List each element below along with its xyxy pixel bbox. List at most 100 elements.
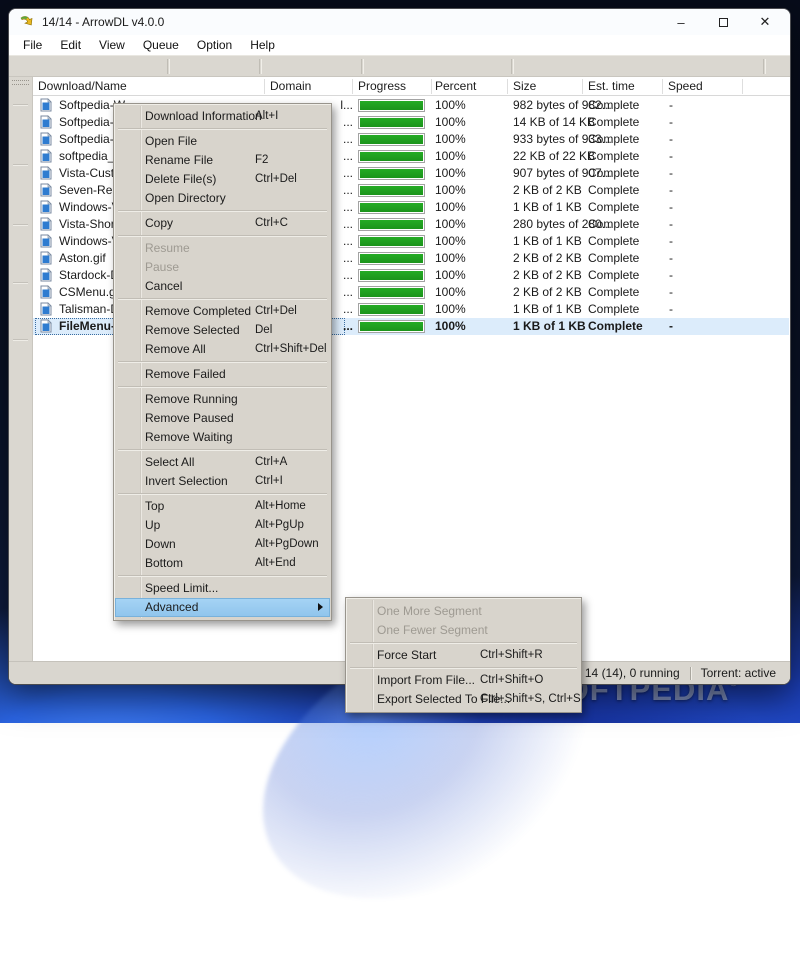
menu-item-invert-selection[interactable]: Invert SelectionCtrl+I bbox=[115, 472, 330, 491]
menu-bar: FileEditViewQueueOptionHelp bbox=[9, 35, 790, 55]
menu-item-shortcut: Ctrl+I bbox=[255, 472, 283, 491]
menu-item-export-selected-to-file[interactable]: Export Selected To File...Ctrl+Shift+S, … bbox=[347, 690, 580, 709]
download-speed: - bbox=[669, 301, 673, 318]
column-header-speed[interactable]: Speed bbox=[668, 79, 703, 93]
menu-item-label: Import From File... bbox=[377, 673, 475, 687]
file-icon bbox=[40, 302, 52, 318]
menu-item-import-from-file[interactable]: Import From File...Ctrl+Shift+O bbox=[347, 671, 580, 690]
column-header-domain[interactable]: Domain bbox=[270, 79, 311, 93]
menu-item-shortcut: Ctrl+Shift+S, Ctrl+S bbox=[480, 690, 581, 709]
file-icon bbox=[40, 251, 52, 267]
toolbar-grip bbox=[511, 59, 514, 74]
menu-item-label: Download Information bbox=[145, 109, 262, 123]
download-percent: 100% bbox=[435, 216, 466, 233]
column-header-percent[interactable]: Percent bbox=[435, 79, 476, 93]
maximize-button[interactable] bbox=[702, 9, 744, 35]
download-speed: - bbox=[669, 199, 673, 216]
menubar-item-option[interactable]: Option bbox=[188, 36, 241, 54]
download-speed: - bbox=[669, 131, 673, 148]
menu-item-shortcut: Alt+PgUp bbox=[255, 516, 304, 535]
menu-item-speed-limit[interactable]: Speed Limit... bbox=[115, 579, 330, 598]
menu-item-label: Bottom bbox=[145, 556, 183, 570]
menu-item-bottom[interactable]: BottomAlt+End bbox=[115, 554, 330, 573]
menu-item-remove-all[interactable]: Remove AllCtrl+Shift+Del bbox=[115, 340, 330, 359]
toolbar-separator bbox=[13, 164, 28, 166]
menu-item-top[interactable]: TopAlt+Home bbox=[115, 497, 330, 516]
column-header-progress[interactable]: Progress bbox=[358, 79, 406, 93]
menu-item-label: Remove Paused bbox=[145, 411, 234, 425]
menu-item-remove-selected[interactable]: Remove SelectedDel bbox=[115, 321, 330, 340]
column-separator bbox=[582, 79, 583, 94]
menu-item-remove-paused[interactable]: Remove Paused bbox=[115, 409, 330, 428]
download-speed: - bbox=[669, 114, 673, 131]
menu-item-label: Cancel bbox=[145, 279, 182, 293]
close-button[interactable]: ✕ bbox=[744, 9, 786, 35]
download-speed: - bbox=[669, 284, 673, 301]
menu-item-delete-file-s[interactable]: Delete File(s)Ctrl+Del bbox=[115, 170, 330, 189]
column-header-size[interactable]: Size bbox=[513, 79, 536, 93]
context-menu: Download InformationAlt+I Open FileRename… bbox=[113, 103, 332, 621]
toolbar-separator bbox=[13, 224, 28, 226]
column-header-download-name[interactable]: Download/Name bbox=[38, 79, 127, 93]
toolbar-grip bbox=[259, 59, 262, 74]
menu-item-open-directory[interactable]: Open Directory bbox=[115, 189, 330, 208]
menu-item-label: Remove Selected bbox=[145, 323, 240, 337]
column-separator bbox=[742, 79, 743, 94]
menu-item-rename-file[interactable]: Rename FileF2 bbox=[115, 151, 330, 170]
menubar-item-edit[interactable]: Edit bbox=[51, 36, 90, 54]
menu-item-open-file[interactable]: Open File bbox=[115, 132, 330, 151]
file-icon bbox=[40, 183, 52, 199]
progress-bar bbox=[358, 167, 425, 180]
download-esttime: Complete bbox=[588, 148, 639, 165]
minimize-button[interactable]: – bbox=[660, 9, 702, 35]
menu-item-label: Advanced bbox=[145, 600, 198, 614]
progress-bar bbox=[358, 286, 425, 299]
progress-bar bbox=[358, 252, 425, 265]
menu-item-down[interactable]: DownAlt+PgDown bbox=[115, 535, 330, 554]
download-esttime: Complete bbox=[588, 318, 643, 335]
download-percent: 100% bbox=[435, 233, 466, 250]
download-name: Aston.gif bbox=[59, 250, 106, 267]
menubar-item-file[interactable]: File bbox=[14, 36, 51, 54]
left-toolbar bbox=[9, 77, 33, 661]
menu-item-shortcut: Ctrl+Shift+Del bbox=[255, 340, 327, 359]
menu-item-download-information[interactable]: Download InformationAlt+I bbox=[115, 107, 330, 126]
menu-item-cancel[interactable]: Cancel bbox=[115, 277, 330, 296]
menu-item-remove-failed[interactable]: Remove Failed bbox=[115, 365, 330, 384]
menu-item-force-start[interactable]: Force StartCtrl+Shift+R bbox=[347, 646, 580, 665]
progress-bar bbox=[358, 320, 425, 333]
menu-item-remove-waiting[interactable]: Remove Waiting bbox=[115, 428, 330, 447]
menu-item-remove-running[interactable]: Remove Running bbox=[115, 390, 330, 409]
download-speed: - bbox=[669, 148, 673, 165]
download-percent: 100% bbox=[435, 267, 466, 284]
menubar-item-help[interactable]: Help bbox=[241, 36, 284, 54]
menubar-item-view[interactable]: View bbox=[90, 36, 134, 54]
download-esttime: Complete bbox=[588, 114, 639, 131]
download-percent: 100% bbox=[435, 97, 466, 114]
menubar-item-queue[interactable]: Queue bbox=[134, 36, 188, 54]
menu-item-shortcut: Alt+Home bbox=[255, 497, 306, 516]
menu-item-label: One Fewer Segment bbox=[377, 623, 488, 637]
download-speed: - bbox=[669, 97, 673, 114]
title-bar[interactable]: 14/14 - ArrowDL v4.0.0 – ✕ bbox=[9, 9, 790, 35]
toolbar-separator bbox=[13, 282, 28, 284]
column-separator bbox=[352, 79, 353, 94]
menu-item-label: Copy bbox=[145, 216, 173, 230]
menu-item-select-all[interactable]: Select AllCtrl+A bbox=[115, 453, 330, 472]
menu-item-advanced[interactable]: Advanced bbox=[115, 598, 330, 617]
progress-bar bbox=[358, 235, 425, 248]
download-speed: - bbox=[669, 182, 673, 199]
toolbar-grip bbox=[167, 59, 170, 74]
file-icon bbox=[40, 115, 52, 131]
menu-item-up[interactable]: UpAlt+PgUp bbox=[115, 516, 330, 535]
toolbar-grip bbox=[361, 59, 364, 74]
submenu-arrow-icon bbox=[318, 603, 323, 611]
download-percent: 100% bbox=[435, 182, 466, 199]
menu-item-copy[interactable]: CopyCtrl+C bbox=[115, 214, 330, 233]
toolbar-separator bbox=[13, 104, 28, 106]
menu-item-remove-completed[interactable]: Remove CompletedCtrl+Del bbox=[115, 302, 330, 321]
toolbar bbox=[9, 55, 790, 77]
download-esttime: Complete bbox=[588, 131, 639, 148]
column-header-est-time[interactable]: Est. time bbox=[588, 79, 635, 93]
column-separator bbox=[264, 79, 265, 94]
